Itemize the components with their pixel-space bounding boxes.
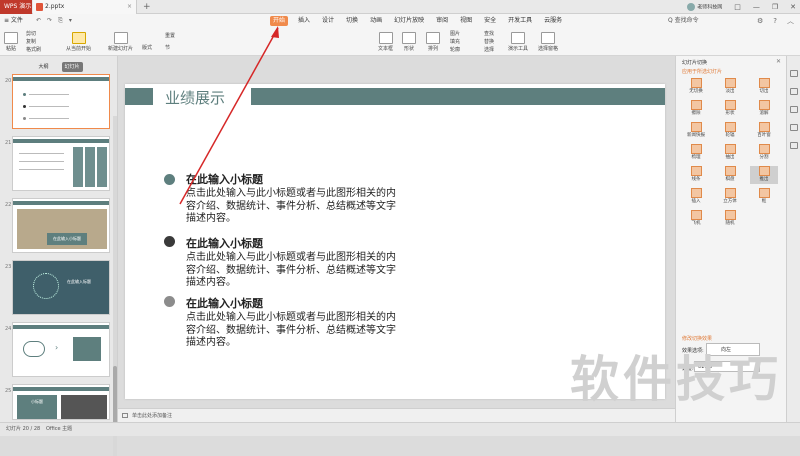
transition-shape[interactable]: 形状 [716, 100, 744, 118]
transition-blinds[interactable]: 百叶窗 [750, 122, 778, 140]
backup-icon[interactable] [790, 142, 798, 149]
transition-wipe[interactable]: 擦除 [682, 100, 710, 118]
transition-thumb [758, 144, 770, 154]
transition-thumb [690, 166, 702, 176]
right-side-toolbar [786, 56, 800, 422]
transition-wheel[interactable]: 轮辐 [716, 122, 744, 140]
transition-cube[interactable]: 立方体 [716, 188, 744, 206]
transition-label: 淡出 [725, 89, 735, 94]
transition-label: 随机 [725, 221, 735, 226]
transition-pane-icon[interactable] [790, 70, 798, 77]
transition-thumb [690, 144, 702, 154]
transition-label: 无切换 [689, 89, 703, 94]
transition-label: 溶解 [759, 111, 769, 116]
transition-thumb [758, 100, 770, 110]
transition-split[interactable]: 分割 [750, 144, 778, 162]
transition-label: 立方体 [723, 199, 737, 204]
transition-label: 框 [761, 199, 767, 204]
transition-push[interactable]: 推出 [750, 166, 778, 184]
transition-random[interactable]: 随机 [716, 210, 744, 228]
transition-thumb [724, 78, 736, 88]
transition-lines[interactable]: 线条 [682, 166, 710, 184]
transition-cut[interactable]: 切出 [750, 78, 778, 96]
transition-label: 百叶窗 [757, 133, 771, 138]
transition-label: 轮辐 [725, 133, 735, 138]
transition-label: 擦除 [691, 111, 701, 116]
transition-label: 推出 [759, 177, 769, 182]
transition-thumb [724, 188, 736, 198]
transition-thumb [724, 100, 736, 110]
transition-label: 形状 [725, 111, 735, 116]
transition-label: 新闻快报 [687, 133, 705, 138]
transition-thumb [724, 144, 736, 154]
transition-pull[interactable]: 抽出 [716, 144, 744, 162]
transition-label: 线条 [691, 177, 701, 182]
transition-dissolve[interactable]: 溶解 [750, 100, 778, 118]
transition-label: 飞机 [691, 221, 701, 226]
properties-icon[interactable] [790, 106, 798, 113]
transition-thumb [690, 188, 702, 198]
notes-icon [122, 413, 128, 418]
transition-label: 棋盘 [725, 177, 735, 182]
transition-thumb [724, 166, 736, 176]
transition-thumb [690, 210, 702, 220]
transition-airplane[interactable]: 飞机 [682, 210, 710, 228]
transition-thumb [690, 100, 702, 110]
theme-name: Office 主题 [46, 426, 73, 432]
transition-label: 抽出 [725, 155, 735, 160]
transition-thumb [758, 122, 770, 132]
transition-label: 梳理 [691, 155, 701, 160]
transition-fade[interactable]: 淡出 [716, 78, 744, 96]
share-icon[interactable] [790, 88, 798, 95]
transition-label: 切出 [759, 89, 769, 94]
transition-thumb [758, 188, 770, 198]
transition-checkerboard[interactable]: 棋盘 [716, 166, 744, 184]
transition-thumb [724, 122, 736, 132]
watermark: 软件技巧 [570, 351, 783, 408]
status-bar: 幻灯片 20 / 28 Office 主题 [0, 422, 800, 436]
notes-placeholder: 单击此处添加备注 [132, 413, 173, 419]
transition-newsflash[interactable]: 新闻快报 [682, 122, 710, 140]
apply-to-selected[interactable]: 应用于所选幻灯片 [682, 68, 722, 75]
transition-thumb [690, 78, 702, 88]
arrow-line [179, 27, 279, 205]
transition-thumb [758, 78, 770, 88]
transition-insert[interactable]: 插入 [682, 188, 710, 206]
transition-comb[interactable]: 梳理 [682, 144, 710, 162]
animation-pane-icon[interactable] [790, 124, 798, 131]
slide-counter: 幻灯片 20 / 28 [6, 426, 41, 432]
transition-none[interactable]: 无切换 [682, 78, 710, 96]
panel-title: 幻灯片切换 [682, 60, 708, 66]
transition-thumb [690, 122, 702, 132]
transition-thumb [724, 210, 736, 220]
transition-label: 插入 [691, 199, 701, 204]
close-panel-button[interactable]: ✕ [776, 58, 781, 65]
transition-thumb [758, 166, 770, 176]
transition-label: 分割 [759, 155, 769, 160]
arrow-head [271, 26, 279, 38]
transition-box[interactable]: 框 [750, 188, 778, 206]
